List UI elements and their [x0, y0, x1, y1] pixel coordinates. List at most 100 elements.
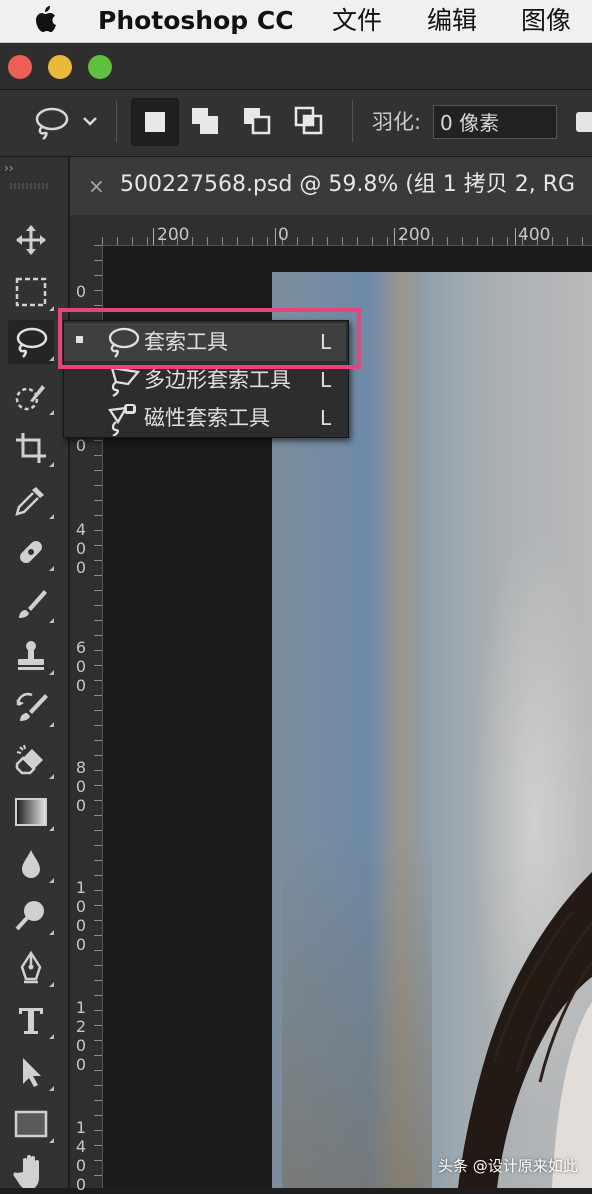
- brush-tool[interactable]: [8, 582, 54, 626]
- h-ruler-label: 400: [518, 225, 551, 245]
- rectangle-icon: [14, 1110, 48, 1138]
- pen-tool[interactable]: [8, 946, 54, 990]
- dodge-tool[interactable]: [8, 894, 54, 938]
- move-icon: [16, 225, 46, 255]
- gradient-tool[interactable]: [8, 790, 54, 834]
- options-bar: 羽化: 0 像素: [0, 90, 592, 157]
- ruler-major-tick: [394, 228, 395, 245]
- subtract-selection-icon: [244, 108, 271, 135]
- blur-tool[interactable]: [8, 842, 54, 886]
- new-selection-button[interactable]: [131, 98, 179, 146]
- clone-stamp-icon: [18, 641, 44, 670]
- v-ruler-label: 6 0 0: [75, 638, 87, 695]
- apple-icon[interactable]: [30, 4, 60, 42]
- panel-grip[interactable]: [10, 183, 50, 189]
- marquee-icon: [15, 277, 47, 307]
- add-selection-icon: [192, 108, 218, 134]
- gradient-icon: [15, 798, 47, 826]
- flyout-item-shortcut: L: [320, 368, 332, 392]
- path-selection-icon: [23, 1058, 41, 1087]
- eyedropper-tool[interactable]: [8, 478, 54, 522]
- separator: [352, 100, 353, 142]
- submenu-indicator: [49, 1034, 54, 1039]
- flyout-item-magnetic-lasso[interactable]: 磁性套索工具 L: [64, 399, 346, 437]
- submenu-indicator: [49, 618, 54, 623]
- submenu-indicator: [49, 1086, 54, 1091]
- h-ruler-label: 0: [278, 225, 289, 245]
- path-selection-tool[interactable]: [8, 1050, 54, 1094]
- healing-brush-icon: [20, 541, 42, 563]
- quick-selection-icon: [15, 385, 45, 411]
- v-ruler-label: 8 0 0: [75, 758, 87, 815]
- brush-icon: [19, 590, 47, 618]
- hand-icon: [13, 1155, 39, 1188]
- crop-tool[interactable]: [8, 426, 54, 470]
- intersect-selection-icon: [294, 106, 323, 135]
- pen-icon: [20, 950, 42, 984]
- lasso-icon: [35, 107, 97, 141]
- crop-icon: [16, 433, 46, 463]
- rectangle-tool[interactable]: [8, 1102, 54, 1146]
- subtract-from-selection-button[interactable]: [234, 98, 280, 144]
- submenu-indicator: [49, 462, 54, 467]
- submenu-indicator: [49, 1138, 54, 1143]
- quick-selection-tool[interactable]: [8, 374, 54, 418]
- collapse-panel-icon[interactable]: ››: [4, 161, 14, 175]
- history-brush-tool[interactable]: [8, 686, 54, 730]
- intersect-selection-button[interactable]: [286, 98, 332, 144]
- h-ruler-label: 200: [157, 225, 190, 245]
- app-name-menu[interactable]: Photoshop CC: [98, 4, 294, 38]
- submenu-indicator: [49, 670, 54, 675]
- submenu-indicator: [49, 410, 54, 415]
- tool-preset-picker[interactable]: [30, 104, 100, 148]
- anti-alias-checkbox[interactable]: [576, 112, 592, 132]
- clone-stamp-tool[interactable]: [8, 634, 54, 678]
- v-ruler-label: 0: [75, 282, 87, 301]
- submenu-indicator: [49, 306, 54, 311]
- v-ruler-label: 0: [75, 436, 87, 455]
- submenu-indicator: [49, 878, 54, 883]
- polygonal-lasso-icon: [110, 366, 140, 398]
- hand-tool[interactable]: [8, 1152, 54, 1188]
- new-selection-icon: [145, 112, 165, 132]
- v-ruler-label: 1 4 0 0: [75, 1118, 87, 1194]
- add-to-selection-button[interactable]: [182, 98, 228, 144]
- lasso-icon: [16, 327, 48, 358]
- watermark-text: 头条 @设计原来如此: [438, 1157, 578, 1175]
- menu-image[interactable]: 图像: [521, 4, 571, 38]
- feather-label: 羽化:: [372, 110, 422, 134]
- menu-bar: Photoshop CC 文件 编辑 图像: [0, 0, 592, 43]
- flyout-item-shortcut: L: [320, 406, 332, 430]
- eraser-tool[interactable]: [8, 738, 54, 782]
- type-icon: [19, 1008, 43, 1034]
- zoom-window-button[interactable]: [88, 55, 112, 79]
- menu-edit[interactable]: 编辑: [427, 4, 477, 38]
- menu-file[interactable]: 文件: [332, 4, 382, 38]
- submenu-indicator: [49, 826, 54, 831]
- feather-input[interactable]: 0 像素: [433, 105, 557, 139]
- submenu-indicator: [49, 930, 54, 935]
- submenu-indicator: [49, 514, 54, 519]
- ruler-origin[interactable]: [70, 215, 103, 246]
- minimize-window-button[interactable]: [48, 55, 72, 79]
- eyedropper-icon: [15, 487, 44, 516]
- h-ruler-label: 200: [398, 225, 431, 245]
- close-tab-icon[interactable]: ×: [88, 174, 105, 198]
- submenu-indicator: [49, 774, 54, 779]
- lasso-tool[interactable]: [8, 320, 54, 364]
- submenu-indicator: [49, 722, 54, 727]
- close-window-button[interactable]: [8, 55, 32, 79]
- submenu-indicator: [49, 566, 54, 571]
- eraser-icon: [15, 744, 43, 775]
- move-tool[interactable]: [8, 218, 54, 262]
- separator: [116, 100, 117, 142]
- type-tool[interactable]: [8, 998, 54, 1042]
- v-ruler-label: 1 0 0 0: [75, 878, 87, 954]
- flyout-item-label: 磁性套索工具: [144, 406, 270, 430]
- flyout-item-label: 多边形套索工具: [144, 368, 291, 392]
- ruler-major-tick: [275, 228, 276, 245]
- healing-brush-tool[interactable]: [8, 530, 54, 574]
- magnetic-lasso-icon: [108, 404, 136, 436]
- v-ruler-label: 4 0 0: [75, 520, 87, 577]
- marquee-tool[interactable]: [8, 270, 54, 314]
